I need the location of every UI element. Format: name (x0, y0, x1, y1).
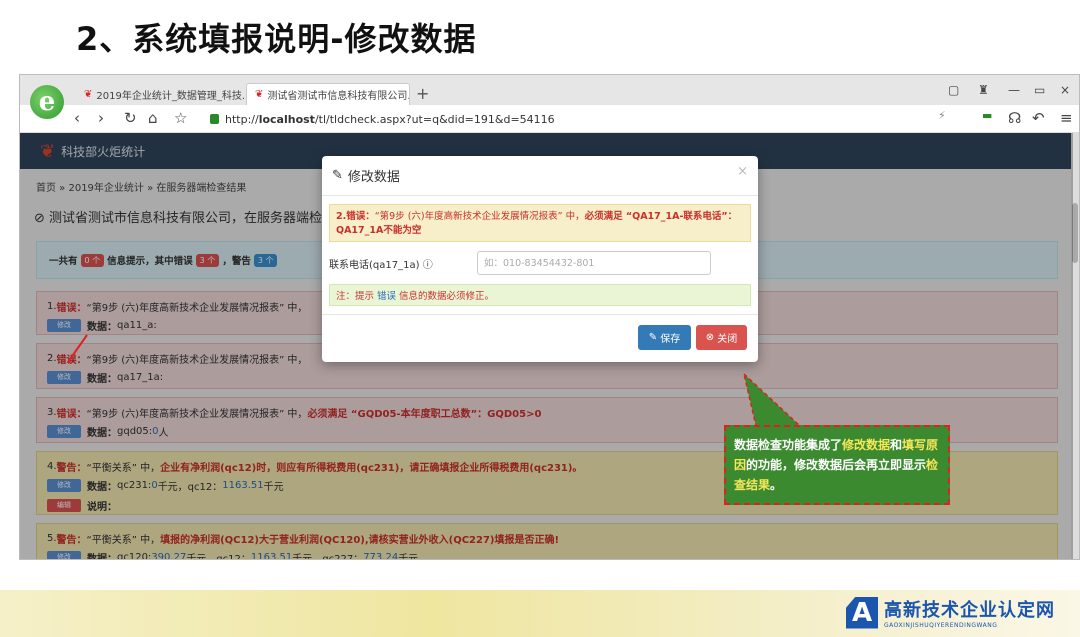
undo-icon[interactable]: ↶ (1032, 109, 1045, 127)
callout-text: 和 (890, 438, 903, 452)
flame-icon: ❦ (255, 89, 264, 100)
back-icon[interactable]: ‹ (74, 109, 80, 127)
slide: 2、系统填报说明-修改数据 e ❦ 2019年企业统计_数据管理_科技... ❦… (0, 0, 1080, 637)
url-host: localhost (258, 112, 315, 126)
url-prefix: http:// (225, 112, 259, 126)
address-bar[interactable]: http://localhost/tl/tldcheck.aspx?ut=q&d… (210, 110, 730, 128)
flame-icon: ❦ (84, 88, 93, 100)
home-icon[interactable]: ⌂ (148, 109, 158, 127)
tab-label: 2019年企业统计_数据管理_科技... (96, 90, 246, 102)
close-window-icon[interactable]: × (1060, 83, 1070, 97)
modal-header: ✎ 修改数据 × (322, 156, 758, 196)
modal-note: 注：提示 错误 信息的数据必须修正。 (329, 284, 751, 306)
save-button[interactable]: ✎ 保存 (638, 325, 691, 350)
save-icon: ✎ (648, 332, 661, 343)
modal-error-alert: 2.错误：“第9步 (六)年度高新技术企业发展情况报表” 中，必须满足 “QA1… (329, 204, 751, 242)
secure-icon (210, 114, 219, 124)
maximize-icon[interactable]: ▭ (1034, 83, 1045, 97)
star-icon[interactable]: ☆ (174, 109, 187, 127)
bolt-icon[interactable]: ⚡ (938, 109, 946, 122)
menu-icon[interactable]: ≡ (1060, 109, 1073, 127)
browser-logo-icon: e (30, 85, 64, 119)
callout-highlight: 修改数据 (842, 438, 891, 452)
brand-pinyin: GAOXINJISHUQIYERENDINGWANG (884, 622, 998, 629)
tab-check-result[interactable]: ❦ 测试省测试市信息科技有限公司... × (246, 83, 410, 105)
brand-name: 高新技术企业认定网 (884, 600, 1055, 621)
edit-icon: ✎ (332, 168, 343, 183)
note-link[interactable]: 错误 (377, 288, 396, 302)
callout-text: 数据检查功能集成了 (734, 438, 843, 452)
annotation-callout: 数据检查功能集成了修改数据和填写原因的功能，修改数据后会再立即显示检查结果。 (724, 425, 950, 505)
help-icon: ⓘ (422, 259, 433, 271)
tab-bar: e ❦ 2019年企业统计_数据管理_科技... ❦ 测试省测试市信息科技有限公… (20, 75, 1079, 119)
callout-pointer (742, 372, 802, 427)
headphone-icon[interactable]: ☊ (1008, 109, 1021, 127)
badge-icon[interactable]: ▢ (948, 83, 959, 97)
phone-field-row: 联系电话(qa17_1a) ⓘ (322, 250, 758, 276)
edit-data-modal: ✎ 修改数据 × 2.错误：“第9步 (六)年度高新技术企业发展情况报表” 中，… (322, 156, 758, 362)
close-circle-icon: ⊗ (705, 332, 718, 343)
brand-logo: A 高新技术企业认定网 GAOXINJISHUQIYERENDINGWANG (840, 588, 1080, 637)
modal-title: 修改数据 (347, 170, 400, 185)
phone-input[interactable] (477, 251, 711, 275)
callout-text: 的功能，修改数据后会再立即显示 (746, 458, 927, 472)
tab-statistics[interactable]: ❦ 2019年企业统计_数据管理_科技... (76, 83, 246, 105)
battery-icon[interactable]: ▬ (982, 109, 992, 122)
nav-bar: ‹ › ↻ ⌂ ☆ http://localhost/tl/tldcheck.a… (20, 105, 1079, 133)
minimize-icon[interactable]: — (1008, 83, 1020, 97)
slide-title: 2、系统填报说明-修改数据 (76, 20, 477, 58)
refresh-icon[interactable]: ↻ (124, 109, 137, 127)
new-tab-button[interactable]: + (416, 84, 429, 103)
forward-icon[interactable]: › (98, 109, 104, 127)
modal-close-icon[interactable]: × (737, 164, 748, 179)
note-prefix: 注：提示 (336, 291, 375, 302)
field-label: 联系电话(qa17_1a) ⓘ (329, 259, 433, 271)
brand-logo-icon: A (846, 596, 878, 629)
url-path: /tl/tldcheck.aspx?ut=q&did=191&d=54116 (314, 112, 555, 126)
close-button[interactable]: ⊗ 关闭 (696, 325, 747, 350)
shirt-icon[interactable]: ♜ (978, 83, 989, 97)
callout-text: 。 (770, 478, 783, 492)
tab-label: 测试省测试市信息科技有限公司... (267, 91, 410, 102)
alert-prefix: 2.错误： (336, 211, 375, 222)
note-suffix: 信息的数据必须修正。 (399, 291, 495, 302)
alert-text: “第9步 (六)年度高新技术企业发展情况报表” 中， (374, 211, 585, 222)
modal-footer: ✎ 保存 ⊗ 关闭 (322, 314, 758, 362)
